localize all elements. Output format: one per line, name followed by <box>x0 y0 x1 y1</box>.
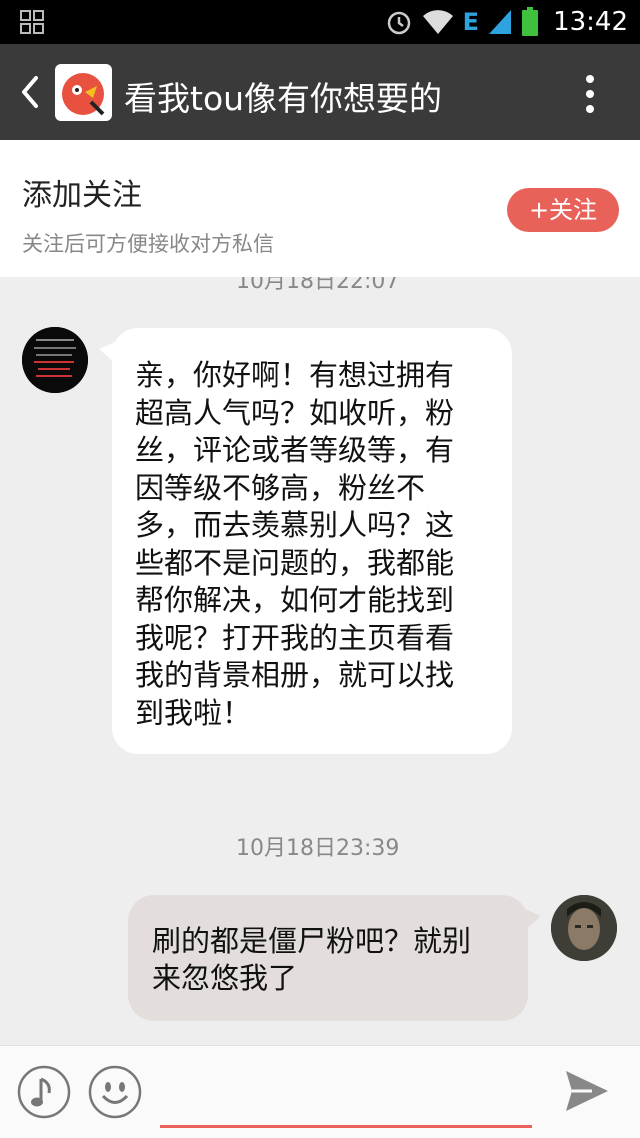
send-icon[interactable] <box>564 1069 610 1113</box>
timestamp-partial: 10月18日22:07 <box>236 277 400 294</box>
message-line: 亲，你好啊！有想过拥有 <box>135 358 455 392</box>
bird-logo-icon <box>62 73 105 116</box>
status-bar: E 13:42 <box>0 0 640 44</box>
message-line: 来忽悠我了 <box>152 961 298 995</box>
network-type-label: E <box>462 8 480 36</box>
message-bubble-sent[interactable]: 刷的都是僵尸粉吧？就别 来忽悠我了 <box>128 895 541 1021</box>
bubble-pointer <box>525 909 541 930</box>
battery-icon <box>522 7 539 36</box>
message-line: 刷的都是僵尸粉吧？就别 <box>152 924 472 958</box>
apps-grid-icon <box>20 10 44 34</box>
chat-area[interactable]: 10月18日22:07 亲，你好啊！有想过拥有 超高人气吗？如收听，粉 丝，评论… <box>0 277 640 1045</box>
sender-avatar[interactable] <box>22 327 88 393</box>
message-line: 些都不是问题的，我都能 <box>135 545 455 580</box>
follow-button[interactable]: +关注 <box>507 188 619 232</box>
timestamp: 10月18日23:39 <box>236 836 400 861</box>
bubble-pointer <box>99 342 115 363</box>
page-title: 看我tou像有你想要的 <box>124 79 443 118</box>
wifi-icon <box>422 10 453 34</box>
music-note-icon[interactable] <box>17 1065 71 1119</box>
avatar-photo-icon <box>551 895 617 961</box>
message-line: 帮你解决，如何才能找到 <box>135 583 455 617</box>
message-line: 因等级不够高，粉丝不 <box>135 470 426 505</box>
alarm-icon <box>387 11 410 35</box>
message-line: 超高人气吗？如收听，粉 <box>135 395 455 430</box>
emoji-icon[interactable] <box>88 1065 142 1119</box>
input-bar <box>0 1045 640 1138</box>
user-avatar[interactable] <box>551 895 617 961</box>
app-logo <box>55 64 112 121</box>
message-text: 亲，你好啊！有想过拥有 超高人气吗？如收听，粉 丝，评论或者等级等，有 因等级不… <box>135 357 490 732</box>
message-bubble-received[interactable]: 亲，你好啊！有想过拥有 超高人气吗？如收听，粉 丝，评论或者等级等，有 因等级不… <box>99 328 512 754</box>
message-text: 刷的都是僵尸粉吧？就别 来忽悠我了 <box>152 923 506 997</box>
message-line: 丝，评论或者等级等，有 <box>135 433 455 467</box>
message-line: 我呢？打开我的主页看看 <box>135 620 455 655</box>
follow-subtitle: 关注后可方便接收对方私信 <box>22 232 274 256</box>
title-bar: 看我tou像有你想要的 <box>0 44 640 140</box>
follow-banner: 添加关注 关注后可方便接收对方私信 +关注 <box>0 140 640 277</box>
message-line: 到我啦！ <box>135 695 252 730</box>
back-arrow-icon[interactable] <box>16 74 44 110</box>
message-line: 多，而去羡慕别人吗？这 <box>135 508 455 542</box>
signal-icon <box>489 10 512 34</box>
message-line: 我的背景相册，就可以找 <box>135 658 455 692</box>
avatar-image-icon <box>22 327 88 393</box>
message-input[interactable] <box>160 1074 532 1128</box>
more-vert-icon[interactable] <box>578 74 602 114</box>
follow-title: 添加关注 <box>22 178 142 213</box>
status-time: 13:42 <box>553 7 628 37</box>
